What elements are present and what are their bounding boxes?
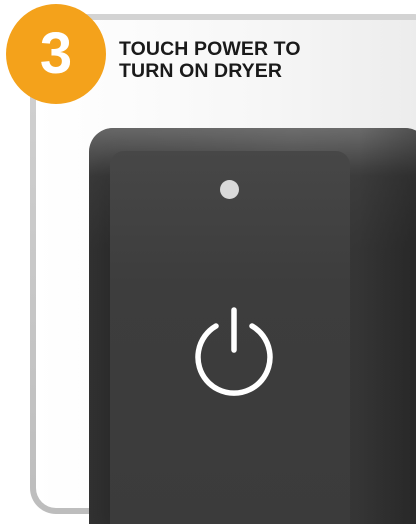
housing-edge-shadow [359, 128, 416, 524]
step-number: 3 [39, 21, 73, 86]
instruction-text: TOUCH POWER TO TURN ON DRYER [119, 38, 409, 82]
instruction-line-2: TURN ON DRYER [119, 60, 283, 82]
power-icon[interactable] [186, 304, 282, 400]
step-number-badge: 3 [6, 4, 106, 104]
indicator-light-icon [220, 180, 239, 199]
instruction-line-1: TOUCH POWER TO [119, 38, 301, 60]
instruction-card: 3 TOUCH POWER TO TURN ON DRYER [0, 0, 416, 524]
